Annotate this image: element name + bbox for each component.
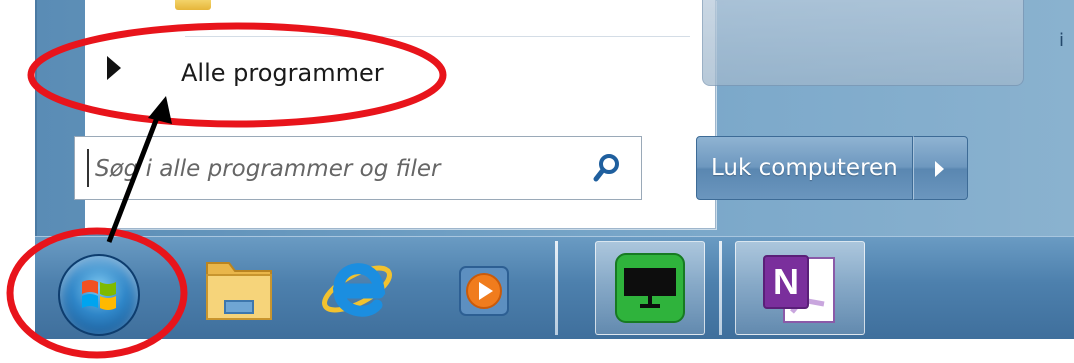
taskbar-item-internet-explorer[interactable] [303,241,413,335]
internet-explorer-icon [322,263,392,317]
desktop-screenshot: Alle programmer i Luk computeren [0,0,1074,363]
taskbar-divider [719,241,722,335]
monitor-icon [615,253,685,323]
start-menu: Alle programmer i Luk computeren [35,0,1074,236]
start-menu-left-pane: Alle programmer [74,0,716,229]
search-input[interactable] [93,147,577,191]
taskbar-item-remote-desktop[interactable] [595,241,705,335]
all-programs-item[interactable]: Alle programmer [99,48,659,98]
search-icon[interactable] [593,153,621,183]
search-box[interactable] [74,136,642,200]
folder-icon [206,262,272,320]
pinned-program-icon[interactable] [175,0,211,10]
menu-separator [185,36,690,37]
taskbar-item-onenote[interactable]: N [735,241,865,335]
expand-arrow-icon [107,56,121,80]
right-pane-link-fragment[interactable]: i [1059,30,1064,51]
user-picture-frame [702,0,1024,86]
chevron-right-icon [934,161,944,177]
onenote-icon: N [763,255,835,323]
taskbar-item-file-explorer[interactable] [185,241,295,335]
text-caret [87,149,89,187]
shutdown-options-button[interactable] [912,136,968,200]
windows-logo-icon [82,280,116,310]
shutdown-button[interactable]: Luk computeren [696,136,913,200]
all-programs-label: Alle programmer [181,59,384,87]
svg-text:N: N [773,261,799,302]
media-player-icon [459,266,509,316]
shutdown-group: Luk computeren [696,136,968,200]
start-button[interactable] [58,254,140,336]
taskbar-divider [555,241,558,335]
taskbar: N [35,236,1074,339]
taskbar-item-media-player[interactable] [430,241,540,335]
